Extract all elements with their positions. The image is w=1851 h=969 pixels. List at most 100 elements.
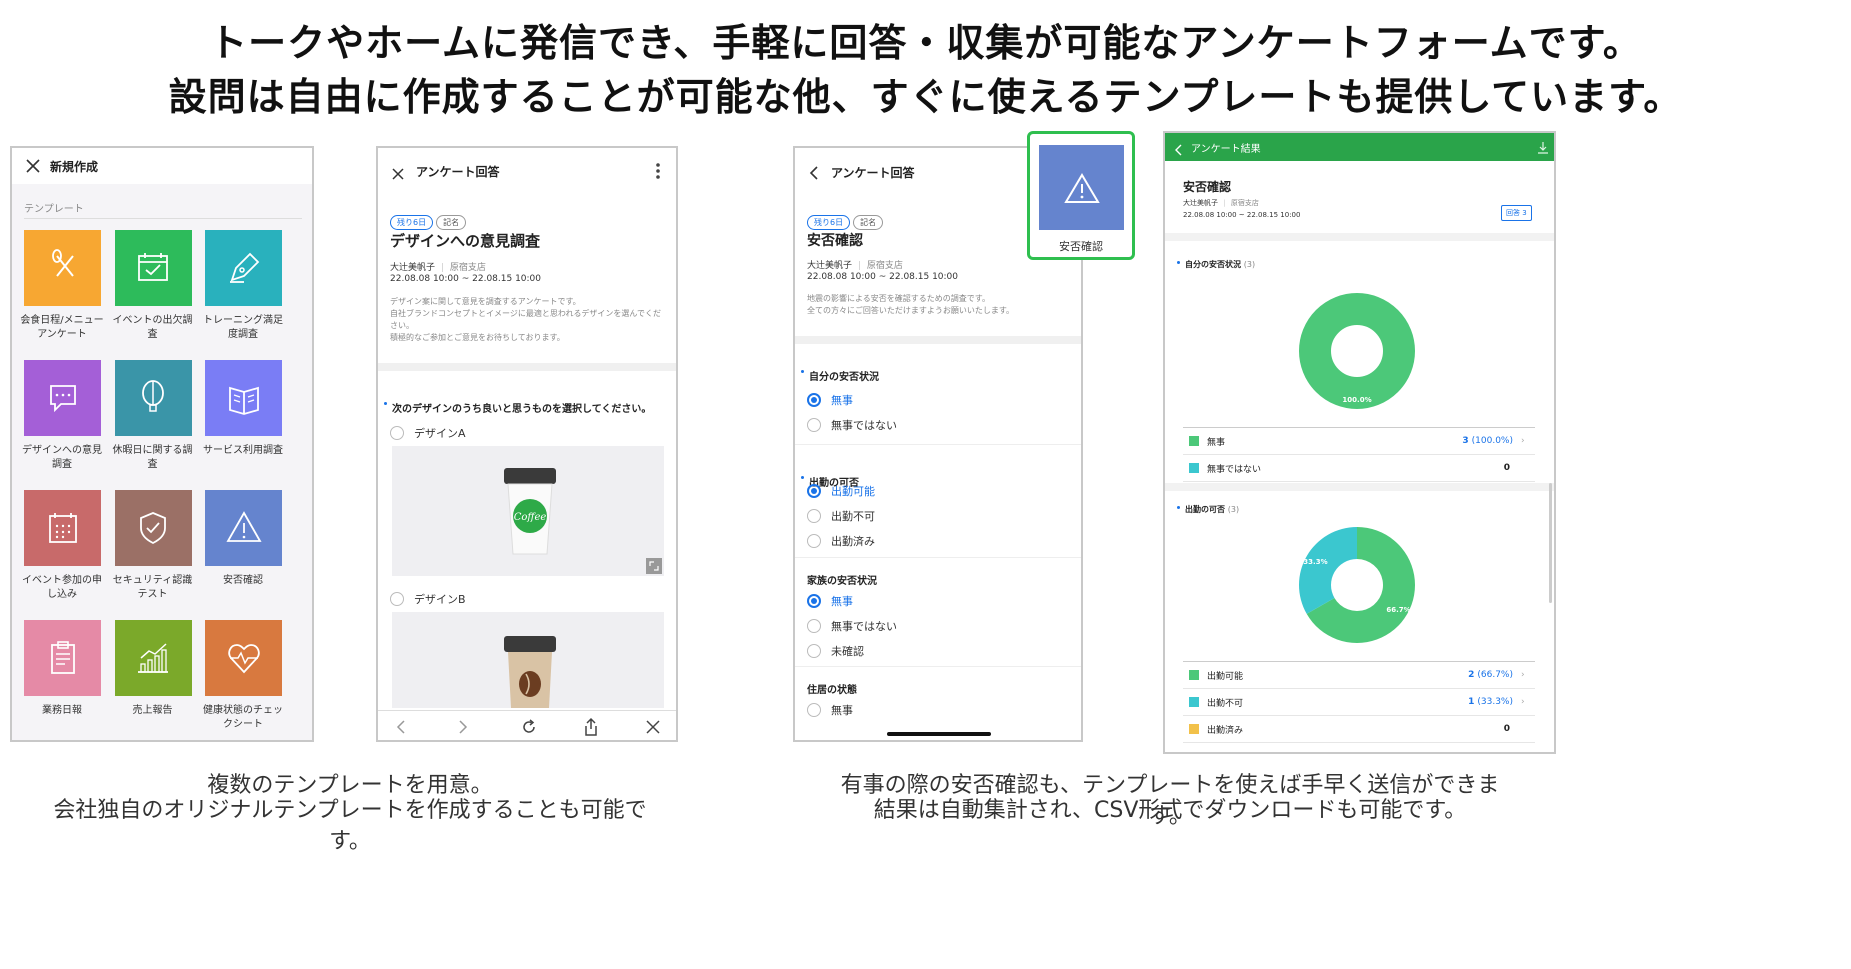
download-icon[interactable] <box>1537 140 1549 159</box>
author-name: 大辻美帆子 <box>1183 199 1218 207</box>
share-icon[interactable] <box>583 717 599 740</box>
q3-options: 無事 無事ではない 未確認 <box>807 588 897 663</box>
legend-value: 3 <box>1462 436 1469 446</box>
q1-result-title: 自分の安否状況 (3) <box>1177 259 1554 270</box>
named-badge: 記名 <box>853 215 884 230</box>
template-tile[interactable]: 健康状態のチェッ クシート <box>203 620 283 732</box>
back-arrow-icon[interactable] <box>396 719 406 739</box>
screen-header: アンケート結果 <box>1191 144 1261 155</box>
option-design-a[interactable]: デザインA <box>390 420 466 445</box>
legend-percent: (33.3%) <box>1477 697 1513 707</box>
radio-option[interactable]: 無事 <box>807 697 853 722</box>
template-label: 休暇日に関する調 査 <box>112 445 193 470</box>
donut-label: 100.0% <box>1342 396 1371 404</box>
survey-title: 安否確認 <box>807 233 863 249</box>
radio-option[interactable]: 出勤済み <box>807 528 875 553</box>
template-tile[interactable]: 安否確認 <box>205 490 282 588</box>
legend-swatch <box>1189 724 1199 734</box>
template-tile[interactable]: イベント参加の申 し込み <box>22 490 102 602</box>
legend-value: 0 <box>1503 724 1510 734</box>
template-label: サービス利用調査 <box>203 445 283 456</box>
office-name: 原宿支店 <box>449 263 486 273</box>
legend-swatch <box>1189 697 1199 707</box>
calendar-check-icon <box>138 253 168 281</box>
home-indicator <box>887 732 991 736</box>
more-options-icon[interactable] <box>655 162 661 184</box>
heart-pulse-icon <box>227 644 260 674</box>
q4-options: 無事 <box>807 697 853 722</box>
template-tile[interactable]: トレーニング満足 度調査 <box>203 230 283 342</box>
legend-swatch <box>1189 670 1199 680</box>
template-label: 会食日程/メニュー アンケート <box>20 315 104 340</box>
office-name: 原宿支店 <box>866 261 903 271</box>
donut-slice <box>1299 527 1357 614</box>
legend-row[interactable]: 無事 3 (100.0%) › <box>1183 428 1535 455</box>
template-label: トレーニング満足 度調査 <box>203 315 283 340</box>
template-label: 業務日報 <box>42 705 82 716</box>
close-icon[interactable] <box>26 158 40 173</box>
warning-triangle-icon <box>225 511 262 542</box>
radio-option[interactable]: 無事ではない <box>807 412 897 437</box>
template-label: セキュリティ認識 テスト <box>112 575 193 600</box>
back-arrow-icon[interactable] <box>1175 141 1183 160</box>
results-header: アンケート結果 <box>1165 133 1554 161</box>
survey-description: 地震の影響による安否を確認するための調査です。 全ての方々にご回答いただけますよ… <box>807 294 1015 315</box>
book-icon <box>228 386 259 415</box>
survey-title: デザインへの意見調査 <box>390 232 541 250</box>
screen-header: アンケート回答 <box>831 166 915 180</box>
template-label: 売上報告 <box>132 705 173 716</box>
radio-option[interactable]: 未確認 <box>807 638 897 663</box>
close-icon[interactable] <box>392 165 404 184</box>
caption-right-2: 結果は自動集計され、CSV形式でダウンロードも可能です。 <box>873 798 1467 823</box>
answer-count-button[interactable]: 回答 3 <box>1501 205 1532 221</box>
legend-row[interactable]: 無事ではない 0 <box>1183 455 1535 482</box>
radio-option[interactable]: 出勤可能 <box>807 478 875 503</box>
template-tile[interactable]: デザインへの意見 調査 <box>22 360 102 472</box>
utensils-icon <box>51 249 74 277</box>
close-icon[interactable] <box>646 719 660 738</box>
option-design-b[interactable]: デザインB <box>390 586 466 611</box>
template-label: 安否確認 <box>223 575 263 586</box>
radio-option[interactable]: 無事ではない <box>807 613 897 638</box>
forward-arrow-icon[interactable] <box>458 719 468 739</box>
template-label: 健康状態のチェッ クシート <box>203 705 283 730</box>
template-tile[interactable]: イベントの出欠調 査 <box>113 230 193 342</box>
back-arrow-icon[interactable] <box>809 165 819 184</box>
radio-option[interactable]: 出勤不可 <box>807 503 875 528</box>
template-tile[interactable]: 休暇日に関する調 査 <box>113 360 193 472</box>
legend-row[interactable]: 出勤可能 2 (66.7%) › <box>1183 662 1535 689</box>
design-a-image: Coffee <box>392 446 664 576</box>
divider <box>795 336 1081 344</box>
legend-value: 1 <box>1468 697 1475 707</box>
legend-row[interactable]: 出勤済み 0 <box>1183 716 1535 743</box>
donut-label: 33.3% <box>1303 558 1327 566</box>
cup-a-text: Coffee <box>514 512 547 523</box>
template-tile[interactable]: 売上報告 <box>114 620 192 718</box>
browser-toolbar <box>378 710 676 740</box>
question-title: 住居の状態 <box>807 685 857 696</box>
q2-result-title: 出勤の可否 (3) <box>1177 504 1554 515</box>
author-name: 大辻美帆子 <box>807 261 853 271</box>
radio-option[interactable]: 無事 <box>807 588 897 613</box>
balloon-icon <box>142 380 164 412</box>
expand-icon[interactable] <box>646 558 662 574</box>
headline-line-1: トークやホームに発信でき、手軽に回答・収集が可能なアンケートフォームです。 <box>209 21 1642 65</box>
survey-title: 安否確認 <box>1183 180 1232 194</box>
template-tile[interactable]: セキュリティ認識 テスト <box>113 490 192 602</box>
template-tile[interactable]: 会食日程/メニュー アンケート <box>20 230 104 342</box>
template-tile[interactable]: 業務日報 <box>24 620 101 718</box>
legend-value: 0 <box>1503 463 1510 473</box>
scrollbar[interactable] <box>1549 483 1552 603</box>
named-badge: 記名 <box>436 215 467 230</box>
survey-period: 22.08.08 10:00 ~ 22.08.15 10:00 <box>807 272 959 282</box>
question-title: 家族の安否状況 <box>807 576 877 587</box>
shield-check-icon <box>140 512 166 545</box>
donut-slice <box>1299 293 1415 409</box>
template-tile[interactable]: サービス利用調査 <box>203 360 283 458</box>
q2-legend: 出勤可能 2 (66.7%) › 出勤不可 1 (33.3%) › 出勤済み 0 <box>1183 661 1535 743</box>
legend-row[interactable]: 出勤不可 1 (33.3%) › <box>1183 689 1535 716</box>
office-name: 原宿支店 <box>1230 199 1259 207</box>
radio-option[interactable]: 無事 <box>807 387 897 412</box>
donut-label: 66.7% <box>1386 606 1410 614</box>
reload-icon[interactable] <box>520 718 538 740</box>
